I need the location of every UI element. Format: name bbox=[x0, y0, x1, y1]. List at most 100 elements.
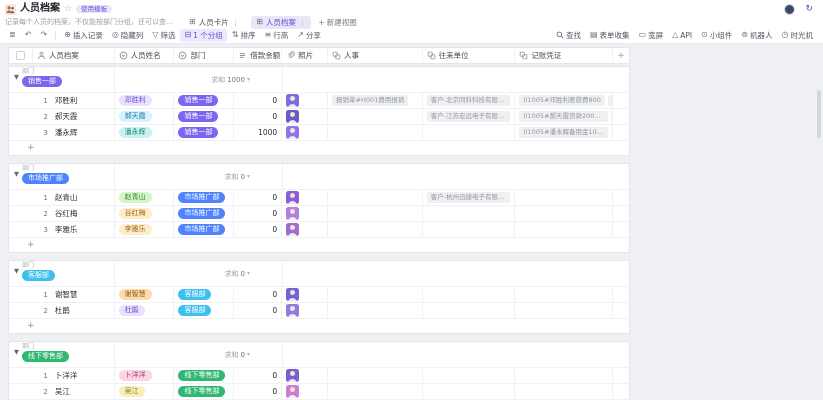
cell-company-link[interactable] bbox=[423, 303, 516, 318]
add-record-row[interactable]: + bbox=[9, 238, 629, 252]
cell-department[interactable]: 销售一部 bbox=[174, 109, 234, 124]
cell-department[interactable]: 线下零售部 bbox=[174, 384, 234, 399]
column-company[interactable]: 往来单位 bbox=[423, 48, 516, 63]
cell-company-link[interactable] bbox=[423, 368, 516, 383]
column-hr[interactable]: 人事 bbox=[328, 48, 423, 63]
cell-department[interactable]: 线下零售部 bbox=[174, 368, 234, 383]
cell-balance[interactable]: 1000 bbox=[234, 125, 282, 140]
cell-hr-link[interactable] bbox=[328, 303, 423, 318]
table-row[interactable]: 3 李雅乐 李雅乐 市场推广部 0 bbox=[9, 222, 629, 238]
cell-company-link[interactable] bbox=[423, 206, 516, 221]
form-button[interactable]: ▤表单收集 bbox=[586, 29, 634, 42]
group-button[interactable]: ⊟1 个分组 bbox=[180, 29, 226, 42]
row-select-area[interactable] bbox=[9, 222, 33, 237]
cell-balance[interactable]: 0 bbox=[234, 384, 282, 399]
row-select-area[interactable] bbox=[9, 93, 33, 108]
filter-button[interactable]: ▽筛选 bbox=[148, 29, 179, 42]
group-sum[interactable]: 求和0▾ bbox=[115, 164, 283, 189]
cell-hr-link[interactable] bbox=[328, 368, 423, 383]
view-tab-grid-active[interactable]: ⊞ 人员档案 ⋮ bbox=[251, 16, 311, 29]
table-row[interactable]: 2 吴江 吴江 线下零售部 0 bbox=[9, 384, 629, 400]
tab-menu-icon[interactable]: ⋮ bbox=[232, 18, 240, 27]
collapse-group-icon[interactable]: ▼ bbox=[14, 73, 19, 81]
cell-photo[interactable] bbox=[282, 368, 328, 383]
hide-fields-button[interactable]: ◎隐藏列 bbox=[108, 29, 147, 42]
favorite-star-icon[interactable]: ☆ bbox=[64, 5, 72, 14]
cell-photo[interactable] bbox=[282, 206, 328, 221]
cell-photo[interactable] bbox=[282, 93, 328, 108]
cell-voucher-link[interactable] bbox=[515, 384, 613, 399]
cell-photo[interactable] bbox=[282, 384, 328, 399]
cell-hr-link[interactable] bbox=[328, 125, 423, 140]
cell-photo[interactable] bbox=[282, 287, 328, 302]
column-balance[interactable]: 借款余额 bbox=[234, 48, 282, 63]
template-badge[interactable]: 使用模板 bbox=[76, 5, 112, 14]
group-sum[interactable]: 求和0▾ bbox=[115, 261, 283, 286]
link-pill[interactable]: 01005#潘永辉备用金1000 bbox=[519, 127, 608, 138]
row-height-button[interactable]: ≡行高 bbox=[261, 29, 293, 42]
widget-button[interactable]: ⊙小组件 bbox=[697, 29, 736, 42]
table-row[interactable]: 1 谢智慧 谢智慧 客服部 0 bbox=[9, 287, 629, 303]
row-select-area[interactable] bbox=[9, 303, 33, 318]
cell-person-name[interactable]: 郝天霞 bbox=[51, 109, 115, 124]
cell-department[interactable]: 市场推广部 bbox=[174, 206, 234, 221]
cell-hr-link[interactable]: 报销单#H001费用报销 bbox=[328, 93, 423, 108]
table-row[interactable]: 1 卜洋洋 卜洋洋 线下零售部 0 bbox=[9, 368, 629, 384]
cell-name-tag[interactable]: 李雅乐 bbox=[115, 222, 175, 237]
api-button[interactable]: △API bbox=[668, 30, 696, 41]
group-header[interactable]: ▼ 部门 客服部 求和0▾ bbox=[9, 261, 629, 287]
cell-voucher-link[interactable] bbox=[515, 190, 613, 205]
row-select-area[interactable] bbox=[9, 384, 33, 399]
link-pill[interactable]: 客户-江苏宏远电子有限公… bbox=[427, 111, 511, 122]
redo-button[interactable]: ↷ bbox=[36, 30, 51, 40]
cell-name-tag[interactable]: 谷红梅 bbox=[115, 206, 175, 221]
link-pill[interactable]: 报销单#H001费用报销 bbox=[332, 95, 408, 106]
cell-person-name[interactable]: 杜鹃 bbox=[51, 303, 115, 318]
cell-balance[interactable]: 0 bbox=[234, 368, 282, 383]
cell-balance[interactable]: 0 bbox=[234, 287, 282, 302]
cell-person-name[interactable]: 赵青山 bbox=[51, 190, 115, 205]
cell-voucher-link[interactable]: 01005#郝天霞货款20000001005#货款200000 bbox=[515, 109, 613, 124]
cell-person-name[interactable]: 谷红梅 bbox=[51, 206, 115, 221]
cell-hr-link[interactable] bbox=[328, 206, 423, 221]
cell-company-link[interactable]: 客户-江苏宏远电子有限公… bbox=[423, 109, 516, 124]
table-row[interactable]: 2 谷红梅 谷红梅 市场推广部 0 bbox=[9, 206, 629, 222]
group-header[interactable]: ▼ 部门 市场推广部 求和0▾ bbox=[9, 164, 629, 190]
cell-company-link[interactable]: 客户-杭州迅捷电子有限公… bbox=[423, 190, 516, 205]
table-row[interactable]: 1 赵青山 赵青山 市场推广部 0 客户-杭州迅捷电子有限公… bbox=[9, 190, 629, 206]
cell-name-tag[interactable]: 潘永辉 bbox=[115, 125, 175, 140]
cell-person-name[interactable]: 卜洋洋 bbox=[51, 368, 115, 383]
row-select-area[interactable] bbox=[9, 125, 33, 140]
cell-person-name[interactable]: 潘永辉 bbox=[51, 125, 115, 140]
menu-button[interactable]: ≣ bbox=[5, 30, 20, 40]
cell-name-tag[interactable]: 郝天霞 bbox=[115, 109, 175, 124]
cell-company-link[interactable]: 客户-北京同科科技有限公司 bbox=[423, 93, 516, 108]
table-row[interactable]: 3 潘永辉 潘永辉 销售一部 1000 01005#潘永辉备用金1000 bbox=[9, 125, 629, 141]
cell-voucher-link[interactable] bbox=[515, 303, 613, 318]
collapse-group-icon[interactable]: ▼ bbox=[14, 267, 19, 275]
column-photo[interactable]: 照片 bbox=[282, 48, 328, 63]
user-avatar[interactable] bbox=[784, 4, 795, 15]
cell-balance[interactable]: 0 bbox=[234, 109, 282, 124]
cell-photo[interactable] bbox=[282, 125, 328, 140]
cell-name-tag[interactable]: 卜洋洋 bbox=[115, 368, 175, 383]
cell-photo[interactable] bbox=[282, 109, 328, 124]
cell-company-link[interactable] bbox=[423, 125, 516, 140]
vertical-scrollbar[interactable] bbox=[817, 90, 821, 138]
column-primary[interactable]: 人员档案 bbox=[33, 48, 115, 63]
cell-name-tag[interactable]: 吴江 bbox=[115, 384, 175, 399]
cell-name-tag[interactable]: 谢智慧 bbox=[115, 287, 175, 302]
cell-voucher-link[interactable] bbox=[515, 287, 613, 302]
select-all-checkbox[interactable] bbox=[16, 51, 25, 60]
link-pill[interactable]: 客户-杭州迅捷电子有限公… bbox=[427, 192, 511, 203]
cell-company-link[interactable] bbox=[423, 287, 516, 302]
add-column-button[interactable]: + bbox=[613, 48, 629, 63]
cell-name-tag[interactable]: 杜鹃 bbox=[115, 303, 175, 318]
cell-balance[interactable]: 0 bbox=[234, 190, 282, 205]
cell-voucher-link[interactable]: 01005#邓胜利差旅费80001005#差旅费报销800 bbox=[515, 93, 613, 108]
tab-menu-icon[interactable]: ⋮ bbox=[299, 18, 307, 27]
cell-company-link[interactable] bbox=[423, 222, 516, 237]
add-record-row[interactable]: + bbox=[9, 319, 629, 333]
cell-photo[interactable] bbox=[282, 303, 328, 318]
cell-department[interactable]: 销售一部 bbox=[174, 125, 234, 140]
